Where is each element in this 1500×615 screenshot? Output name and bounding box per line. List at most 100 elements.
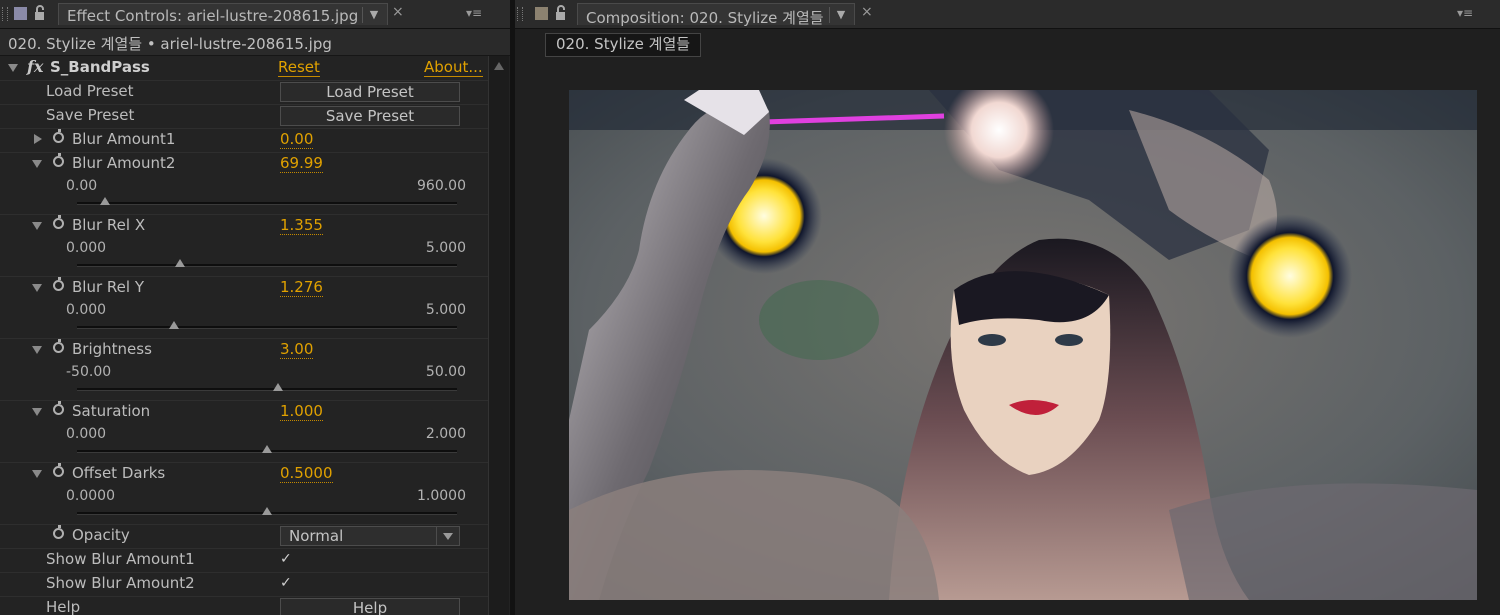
- save-preset-button[interactable]: Save Preset: [280, 106, 460, 126]
- blur-rel-x-collapse-icon[interactable]: [32, 222, 42, 230]
- reset-link[interactable]: Reset: [278, 58, 320, 77]
- effect-name: S_BandPass: [50, 58, 150, 76]
- stopwatch-icon[interactable]: [53, 525, 64, 539]
- show-blur-amount1-label: Show Blur Amount1: [46, 550, 195, 568]
- blur-rel-x-min: 0.000: [66, 240, 107, 256]
- close-icon[interactable]: ×: [392, 4, 404, 20]
- blur-amount1-label: Blur Amount1: [72, 130, 176, 148]
- panel-menu-icon[interactable]: ▾≡: [1457, 6, 1473, 20]
- slider-thumb[interactable]: [262, 445, 272, 453]
- composition-viewer[interactable]: [515, 60, 1500, 615]
- composition-panel: Composition: 020. Stylize 계열들 ▼ × ▾≡ 020…: [515, 0, 1500, 615]
- slider-thumb[interactable]: [168, 321, 179, 329]
- effect-expand-toggle-icon[interactable]: [8, 64, 18, 72]
- fx-icon[interactable]: fx: [27, 57, 43, 76]
- blur-amount2-min: 0.00: [66, 178, 98, 194]
- panel-grip-icon[interactable]: [2, 7, 8, 21]
- blur-amount2-collapse-icon[interactable]: [32, 160, 42, 168]
- show-blur-amount2-checkbox[interactable]: ✓: [280, 576, 294, 590]
- slider-thumb[interactable]: [262, 507, 272, 515]
- offset-darks-min: 0.0000: [66, 488, 115, 504]
- help-label: Help: [46, 598, 81, 615]
- chevron-down-icon[interactable]: [436, 527, 459, 545]
- blur-amount2-label: Blur Amount2: [72, 154, 176, 172]
- stopwatch-icon[interactable]: [53, 463, 64, 477]
- stopwatch-icon[interactable]: [53, 339, 64, 353]
- saturation-min: 0.000: [66, 426, 107, 442]
- brightness-slider[interactable]: [77, 383, 457, 391]
- composition-tabbar: Composition: 020. Stylize 계열들 ▼ × ▾≡: [515, 0, 1500, 29]
- brightness-min: -50.00: [66, 364, 112, 380]
- saturation-collapse-icon[interactable]: [32, 408, 42, 416]
- blur-amount1-expand-icon[interactable]: [34, 134, 42, 144]
- load-preset-row: Load Preset Load Preset: [0, 80, 488, 105]
- chevron-down-icon[interactable]: ▼: [829, 7, 852, 23]
- slider-row-brightness: Brightness 3.00 -50.00 50.00: [0, 338, 488, 401]
- brightness-label: Brightness: [72, 340, 152, 358]
- offset-darks-value[interactable]: 0.5000: [280, 464, 333, 483]
- opacity-blend-value: Normal: [289, 527, 344, 545]
- lock-icon[interactable]: [34, 5, 48, 21]
- effect-controls-panel: Effect Controls: ariel-lustre-208615.jpg…: [0, 0, 510, 615]
- help-button[interactable]: Help: [280, 598, 460, 615]
- brightness-collapse-icon[interactable]: [32, 346, 42, 354]
- stopwatch-icon[interactable]: [53, 153, 64, 167]
- composition-image[interactable]: [569, 90, 1477, 600]
- effect-header-row[interactable]: fx S_BandPass Reset About...: [0, 56, 488, 81]
- tab-composition-title: Composition: 020. Stylize 계열들: [586, 9, 824, 27]
- slider-thumb[interactable]: [99, 197, 110, 205]
- blur-amount2-max: 960.00: [417, 178, 466, 194]
- offset-darks-max: 1.0000: [417, 488, 466, 504]
- effect-panel-color-icon: [14, 7, 27, 20]
- blur-rel-x-slider[interactable]: [77, 259, 457, 267]
- tab-composition[interactable]: Composition: 020. Stylize 계열들 ▼: [577, 3, 855, 27]
- effect-property-list: fx S_BandPass Reset About... Load Preset…: [0, 56, 488, 615]
- slider-row-saturation: Saturation 1.000 0.000 2.000: [0, 400, 488, 463]
- slider-thumb[interactable]: [174, 259, 185, 267]
- offset-darks-collapse-icon[interactable]: [32, 470, 42, 478]
- blur-amount1-value[interactable]: 0.00: [280, 130, 314, 149]
- saturation-max: 2.000: [425, 426, 466, 442]
- blur-rel-x-max: 5.000: [425, 240, 466, 256]
- blur-rel-x-value[interactable]: 1.355: [280, 216, 323, 235]
- show-blur-amount1-checkbox[interactable]: ✓: [280, 552, 294, 566]
- blur-amount1-row: Blur Amount1 0.00: [0, 128, 488, 153]
- opacity-row: Opacity Normal: [0, 524, 488, 549]
- blur-rel-y-value[interactable]: 1.276: [280, 278, 323, 297]
- help-row: Help Help: [0, 596, 488, 615]
- effect-controls-scrollbar[interactable]: [488, 56, 509, 615]
- stopwatch-icon[interactable]: [53, 401, 64, 415]
- load-preset-button[interactable]: Load Preset: [280, 82, 460, 102]
- saturation-value[interactable]: 1.000: [280, 402, 323, 421]
- show-blur-amount2-row: Show Blur Amount2 ✓: [0, 572, 488, 597]
- blur-rel-y-collapse-icon[interactable]: [32, 284, 42, 292]
- offset-darks-slider[interactable]: [77, 507, 457, 515]
- lock-icon[interactable]: [555, 5, 569, 21]
- close-icon[interactable]: ×: [861, 4, 873, 20]
- stopwatch-icon[interactable]: [53, 129, 64, 143]
- brightness-value[interactable]: 3.00: [280, 340, 314, 359]
- slider-row-blur-rel-x: Blur Rel X 1.355 0.000 5.000: [0, 214, 488, 277]
- save-preset-label: Save Preset: [46, 106, 135, 124]
- save-preset-row: Save Preset Save Preset: [0, 104, 488, 129]
- opacity-blend-select[interactable]: Normal: [280, 526, 460, 546]
- show-blur-amount1-row: Show Blur Amount1 ✓: [0, 548, 488, 573]
- stopwatch-icon[interactable]: [53, 277, 64, 291]
- chevron-down-icon[interactable]: ▼: [362, 7, 385, 23]
- panel-menu-icon[interactable]: ▾≡: [466, 6, 482, 20]
- panel-grip-icon[interactable]: [517, 7, 523, 21]
- blur-amount2-value[interactable]: 69.99: [280, 154, 323, 173]
- slider-thumb[interactable]: [273, 383, 284, 391]
- blur-rel-y-slider[interactable]: [77, 321, 457, 329]
- tab-effect-controls[interactable]: Effect Controls: ariel-lustre-208615.jpg…: [58, 3, 388, 25]
- scroll-up-icon[interactable]: [494, 62, 504, 70]
- saturation-slider[interactable]: [77, 445, 457, 453]
- stopwatch-icon[interactable]: [53, 215, 64, 229]
- composition-breadcrumb-tab[interactable]: 020. Stylize 계열들: [545, 33, 702, 57]
- stylized-portrait-image: [569, 90, 1477, 600]
- blur-rel-y-label: Blur Rel Y: [72, 278, 144, 296]
- blur-amount2-slider[interactable]: [77, 197, 457, 205]
- blur-rel-x-label: Blur Rel X: [72, 216, 146, 234]
- about-link[interactable]: About...: [424, 58, 483, 77]
- blur-rel-y-max: 5.000: [425, 302, 466, 318]
